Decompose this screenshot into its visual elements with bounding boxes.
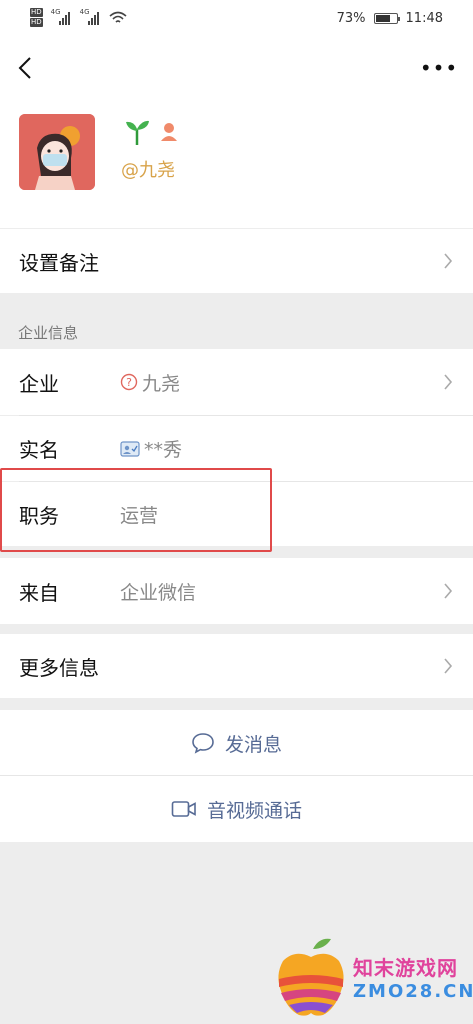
svg-text:?: ? [126,376,132,389]
section-header-enterprise: 企业信息 [18,324,79,342]
video-camera-icon [171,801,196,817]
person-icon [161,123,177,141]
avatar-image [19,114,95,190]
more-info-row[interactable]: 更多信息 [0,634,473,698]
company-value: ? 九尧 [120,369,180,396]
realname-text: **秀 [144,439,183,461]
watermark-cn: 知末游戏网 [353,956,458,980]
more-options-button[interactable]: ••• [419,50,459,86]
id-card-icon [120,440,140,457]
signal-icon: 4G [51,8,70,25]
chevron-right-icon [444,658,453,674]
chevron-right-icon [444,253,453,269]
status-right: 73% 11:48 [337,11,443,26]
status-signals: HD HD 4G 4G [30,8,127,27]
highlight-box [0,468,272,552]
realname-label: 实名 [19,438,59,462]
source-value: 企业微信 [120,581,197,604]
source-row[interactable]: 来自 企业微信 [0,558,473,624]
video-call-label: 音视频通话 [206,799,302,822]
profile-badges [124,118,178,146]
chat-bubble-icon [192,733,214,754]
watermark: 知末游戏网 ZMO28.CN [275,935,473,1019]
avatar[interactable] [19,114,95,190]
watermark-en: ZMO28.CN [353,981,473,1002]
source-label: 来自 [19,580,59,605]
chevron-right-icon [444,374,453,390]
video-call-button[interactable]: 音视频通话 [0,776,473,842]
more-dots-icon: ••• [419,56,459,80]
company-row[interactable]: 企业 ? 九尧 [0,349,473,415]
clock: 11:48 [405,11,443,26]
send-message-button[interactable]: 发消息 [0,710,473,776]
chevron-left-icon [18,57,31,79]
watermark-text: 知末游戏网 ZMO28.CN [353,952,473,1002]
wifi-icon [109,11,127,23]
apple-logo-icon [278,938,344,1016]
nav-bar: ••• [0,40,473,96]
realname-value: **秀 [120,435,182,462]
user-handle: @九尧 [121,160,175,181]
send-message-label: 发消息 [224,733,282,756]
company-label: 企业 [19,371,59,396]
sprout-icon [126,120,149,145]
chevron-right-icon [444,583,453,599]
back-button[interactable] [10,50,40,86]
hd-icon: HD HD [30,8,43,27]
set-remark-label: 设置备注 [19,250,99,275]
signal-icon: 4G [80,8,99,25]
question-icon: ? [120,373,138,391]
profile-card: @九尧 [0,96,473,228]
battery-icon [373,13,400,24]
status-bar: HD HD 4G 4G 73% 11:48 [0,0,473,40]
battery-percent: 73% [336,11,366,26]
company-name: 九尧 [142,372,181,395]
more-info-label: 更多信息 [19,655,99,680]
set-remark-row[interactable]: 设置备注 [0,229,473,293]
